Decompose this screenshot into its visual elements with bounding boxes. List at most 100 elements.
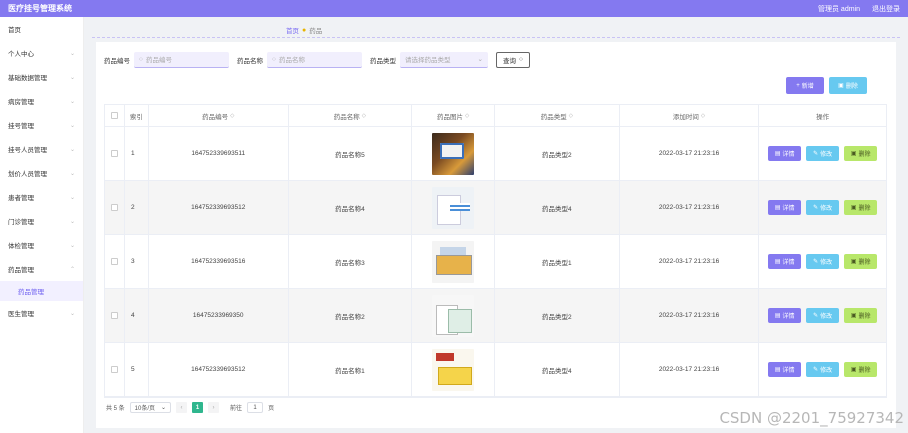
- remove-button[interactable]: ▣ 删除: [844, 200, 878, 215]
- header-type[interactable]: 药品类型 ◇: [495, 105, 620, 126]
- sidebar-item-drugs[interactable]: 药品管理 ⌃: [0, 257, 83, 281]
- logout-link[interactable]: 退出登录: [872, 4, 900, 14]
- row-checkbox[interactable]: [110, 312, 118, 319]
- sort-icon[interactable]: ◇: [569, 113, 573, 119]
- delete-button[interactable]: ▣ 删除: [829, 77, 867, 94]
- drug-image[interactable]: [432, 186, 475, 229]
- remove-button[interactable]: ▣ 删除: [844, 362, 878, 377]
- drug-type-select[interactable]: 请选择药品类型 ⌄: [400, 51, 488, 68]
- next-page-button[interactable]: ›: [208, 402, 220, 413]
- drug-image[interactable]: [432, 348, 475, 391]
- chevron-down-icon: ⌄: [69, 50, 75, 57]
- edit-button[interactable]: ✎ 修改: [806, 362, 840, 377]
- drug-image[interactable]: [432, 240, 475, 283]
- row-index: 3: [125, 235, 149, 288]
- sidebar-item-patients[interactable]: 患者管理 ⌄: [0, 185, 83, 209]
- chevron-down-icon: ⌄: [69, 146, 75, 153]
- detail-button[interactable]: ▤ 详情: [768, 362, 802, 377]
- sidebar-item-outpatient[interactable]: 门诊管理 ⌄: [0, 209, 83, 233]
- edit-icon: ✎: [813, 367, 819, 373]
- chevron-down-icon: ⌄: [161, 405, 167, 411]
- drug-number-input[interactable]: ○ 药品编号: [134, 51, 229, 68]
- sidebar-item-checkup[interactable]: 体检管理 ⌄: [0, 233, 83, 257]
- remove-button[interactable]: ▣ 删除: [844, 308, 878, 323]
- sort-icon[interactable]: ◇: [465, 113, 469, 119]
- header-name[interactable]: 药品名称 ◇: [289, 105, 413, 126]
- drug-image[interactable]: [432, 294, 475, 337]
- query-button[interactable]: 查询 ○: [496, 51, 530, 68]
- prev-page-button[interactable]: ‹: [176, 402, 188, 413]
- header-time[interactable]: 添加时间 ◇: [620, 105, 760, 126]
- drug-name-input[interactable]: ○ 药品名称: [267, 51, 362, 68]
- plus-icon: +: [796, 82, 800, 89]
- detail-icon: ▤: [774, 205, 781, 211]
- sidebar-subitem-drug-management[interactable]: 药品管理: [0, 281, 83, 301]
- select-all-cell: [105, 105, 125, 126]
- row-name: 药品名称5: [289, 127, 413, 180]
- chevron-down-icon: ⌄: [477, 56, 483, 63]
- row-checkbox[interactable]: [110, 258, 118, 265]
- row-index: 2: [125, 181, 149, 234]
- row-time: 2022-03-17 21:23:16: [620, 235, 760, 288]
- detail-icon: ▤: [774, 313, 781, 319]
- total-count: 共 5 条: [106, 406, 125, 412]
- sidebar-item-basic-data[interactable]: 基础数据管理 ⌄: [0, 65, 83, 89]
- detail-button[interactable]: ▤ 详情: [768, 254, 802, 269]
- sidebar-item-doctors[interactable]: 医生管理 ⌄: [0, 301, 83, 325]
- sidebar-item-ward[interactable]: 病房管理 ⌄: [0, 89, 83, 113]
- page-unit: 页: [268, 406, 275, 412]
- row-checkbox[interactable]: [110, 150, 118, 157]
- sidebar-item-registration-staff[interactable]: 挂号人员管理 ⌄: [0, 137, 83, 161]
- chevron-down-icon: ⌄: [69, 194, 75, 201]
- edit-icon: ✎: [813, 151, 819, 157]
- sort-icon[interactable]: ◇: [230, 113, 234, 119]
- edit-button[interactable]: ✎ 修改: [806, 308, 840, 323]
- detail-button[interactable]: ▤ 详情: [768, 146, 802, 161]
- detail-icon: ▤: [774, 367, 781, 373]
- sort-icon[interactable]: ◇: [701, 113, 705, 119]
- watermark: CSDN @2201_75927342: [719, 409, 904, 427]
- add-button[interactable]: + 新增: [786, 77, 824, 94]
- page-number[interactable]: 1: [192, 402, 204, 413]
- remove-button[interactable]: ▣ 删除: [844, 146, 878, 161]
- sidebar-item-pricing-staff[interactable]: 划价人员管理 ⌄: [0, 161, 83, 185]
- edit-button[interactable]: ✎ 修改: [806, 200, 840, 215]
- trash-icon: ▣: [850, 313, 857, 319]
- row-time: 2022-03-17 21:23:16: [620, 181, 760, 234]
- chevron-right-icon: ›: [212, 404, 215, 411]
- detail-button[interactable]: ▤ 详情: [768, 308, 802, 323]
- table-row: 3 164752339693516 药品名称3 药品类型1 2022-03-17…: [105, 235, 886, 289]
- row-number: 164752339693512: [149, 343, 289, 396]
- row-index: 5: [125, 343, 149, 396]
- app-title: 医疗挂号管理系统: [8, 4, 72, 13]
- row-checkbox[interactable]: [110, 204, 118, 211]
- pagination: 共 5 条 10条/页 ⌄ ‹ 1 › 前往 1 页: [106, 402, 274, 413]
- sort-icon[interactable]: ◇: [362, 113, 366, 119]
- search-icon: ○: [519, 56, 523, 63]
- row-number: 164752339693512: [149, 181, 289, 234]
- goto-page-input[interactable]: 1: [247, 402, 264, 413]
- remove-button[interactable]: ▣ 删除: [844, 254, 878, 269]
- page-size-select[interactable]: 10条/页 ⌄: [129, 402, 172, 413]
- breadcrumb-current: 药品: [309, 28, 323, 35]
- sidebar-item-registration[interactable]: 挂号管理 ⌄: [0, 113, 83, 137]
- edit-icon: ✎: [813, 313, 819, 319]
- search-icon: ○: [139, 55, 143, 63]
- row-type: 药品类型4: [495, 181, 620, 234]
- header-image[interactable]: 药品图片 ◇: [412, 105, 495, 126]
- edit-button[interactable]: ✎ 修改: [806, 254, 840, 269]
- trash-icon: ▣: [850, 367, 857, 373]
- edit-button[interactable]: ✎ 修改: [806, 146, 840, 161]
- drug-image[interactable]: [432, 132, 475, 175]
- detail-button[interactable]: ▤ 详情: [768, 200, 802, 215]
- select-all-checkbox[interactable]: [110, 112, 118, 119]
- sidebar-item-home[interactable]: 首页: [0, 17, 83, 41]
- row-index: 1: [125, 127, 149, 180]
- breadcrumb-home[interactable]: 首页: [286, 25, 299, 35]
- row-number: 16475233969350: [149, 289, 289, 342]
- header-number[interactable]: 药品编号 ◇: [149, 105, 289, 126]
- sidebar-item-profile[interactable]: 个人中心 ⌄: [0, 41, 83, 65]
- table-row: 4 16475233969350 药品名称2 药品类型2 2022-03-17 …: [105, 289, 886, 343]
- row-checkbox[interactable]: [110, 366, 118, 373]
- detail-icon: ▤: [774, 151, 781, 157]
